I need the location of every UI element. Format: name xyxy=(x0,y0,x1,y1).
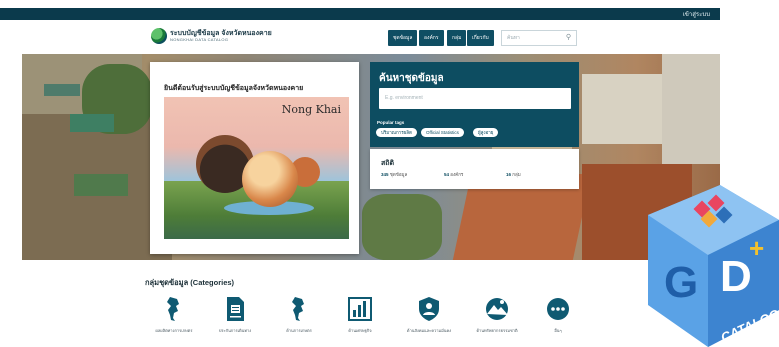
category-label: ประกันการเดินทาง xyxy=(218,328,252,333)
category-item[interactable]: อื่นๆ xyxy=(529,296,587,334)
thailand-map-icon xyxy=(167,297,179,321)
mountain-icon xyxy=(486,298,508,320)
stat-value: 54 xyxy=(444,172,450,177)
poster-circle-image xyxy=(242,151,298,207)
popular-tag[interactable]: ผู้สูงอายุ xyxy=(473,128,499,137)
thailand-map-icon xyxy=(292,297,304,321)
category-item[interactable]: ด้านเศรษฐกิจ xyxy=(331,296,389,334)
header-search-input[interactable]: ค้นหา ⚲ xyxy=(501,30,577,46)
stats-title: สถิติ xyxy=(381,160,395,167)
stat-organizations[interactable]: 54 องค์กร xyxy=(444,171,463,178)
hero-pier xyxy=(74,174,128,196)
gd-catalog-logo: G D + CATALOG xyxy=(648,185,779,347)
stat-label: กลุ่ม xyxy=(512,172,521,177)
site-subtitle: NONGKHAI DATA CATALOG xyxy=(170,37,229,42)
header-search-placeholder: ค้นหา xyxy=(507,35,520,41)
popular-tags-label: Popular tags xyxy=(377,120,405,125)
svg-text:+: + xyxy=(749,233,764,263)
category-item[interactable]: ด้านสังคมและความมั่นคง xyxy=(400,296,458,334)
category-item[interactable]: ผลผลิตทางการเกษตร xyxy=(145,296,203,334)
hero-trees xyxy=(362,194,442,260)
stat-value: 16 xyxy=(506,172,512,177)
category-label: ผลผลิตทางการเกษตร xyxy=(155,328,193,333)
logo-icon[interactable] xyxy=(151,28,167,44)
category-label: ด้านสังคมและความมั่นคง xyxy=(406,328,452,333)
category-label: ด้านทรัพยากรธรรมชาติ xyxy=(476,328,518,333)
stat-label: องค์กร xyxy=(450,172,464,177)
category-label: ด้านเศรษฐกิจ xyxy=(348,328,372,333)
dataset-search-panel: ค้นหาชุดข้อมูล E.g. environment Popular … xyxy=(370,62,579,147)
category-item[interactable]: ด้านทรัพยากรธรรมชาติ xyxy=(468,296,526,334)
poster-text: Nong Khai xyxy=(281,103,341,116)
welcome-poster-image: Nong Khai xyxy=(164,97,349,239)
top-bar: เข้าสู่ระบบ xyxy=(0,8,720,20)
popular-tag[interactable]: ปริมาณการผลิต xyxy=(376,128,417,137)
navbar: ระบบบัญชีข้อมูล จังหวัดหนองคาย NONGKHAI … xyxy=(0,20,720,54)
welcome-card: ยินดีต้อนรับสู่ระบบบัญชีข้อมูลจังหวัดหนอ… xyxy=(150,62,359,254)
welcome-title: ยินดีต้อนรับสู่ระบบบัญชีข้อมูลจังหวัดหนอ… xyxy=(164,85,304,92)
nav-groups[interactable]: กลุ่ม xyxy=(447,30,467,46)
document-icon xyxy=(227,297,244,321)
svg-text:G: G xyxy=(664,258,698,307)
shield-people-icon xyxy=(419,297,439,321)
search-icon[interactable]: ⚲ xyxy=(566,31,571,45)
hero-building xyxy=(662,54,720,164)
stat-value: 345 xyxy=(381,172,389,177)
bar-chart-icon xyxy=(348,297,372,321)
popular-tag[interactable]: Official Statistics xyxy=(421,128,464,137)
nav-about[interactable]: เกี่ยวกับ xyxy=(467,30,494,46)
hero-boat xyxy=(44,84,80,96)
category-label: ด้านการเกษตร xyxy=(286,328,312,333)
stat-datasets[interactable]: 345 ชุดข้อมูล xyxy=(381,171,407,178)
stats-panel: สถิติ 345 ชุดข้อมูล 54 องค์กร 16 กลุ่ม xyxy=(370,149,579,189)
nav-organizations[interactable]: องค์กร xyxy=(419,30,444,46)
stat-label: ชุดข้อมูล xyxy=(389,172,408,177)
dataset-search-input[interactable]: E.g. environment xyxy=(379,88,571,109)
svg-text:D: D xyxy=(720,252,752,301)
nav-datasets[interactable]: ชุดข้อมูล xyxy=(388,30,418,46)
category-item[interactable]: ประกันการเดินทาง xyxy=(206,296,264,334)
login-link[interactable]: เข้าสู่ระบบ xyxy=(683,9,710,19)
categories-heading: กลุ่มชุดข้อมูล (Categories) xyxy=(145,278,235,287)
hero-building xyxy=(582,74,672,144)
search-panel-title: ค้นหาชุดข้อมูล xyxy=(379,73,444,84)
category-item[interactable]: ด้านการเกษตร xyxy=(270,296,328,334)
more-icon xyxy=(547,298,569,320)
category-label: อื่นๆ xyxy=(554,328,562,333)
stat-groups[interactable]: 16 กลุ่ม xyxy=(506,171,521,178)
hero-boat xyxy=(70,114,114,132)
